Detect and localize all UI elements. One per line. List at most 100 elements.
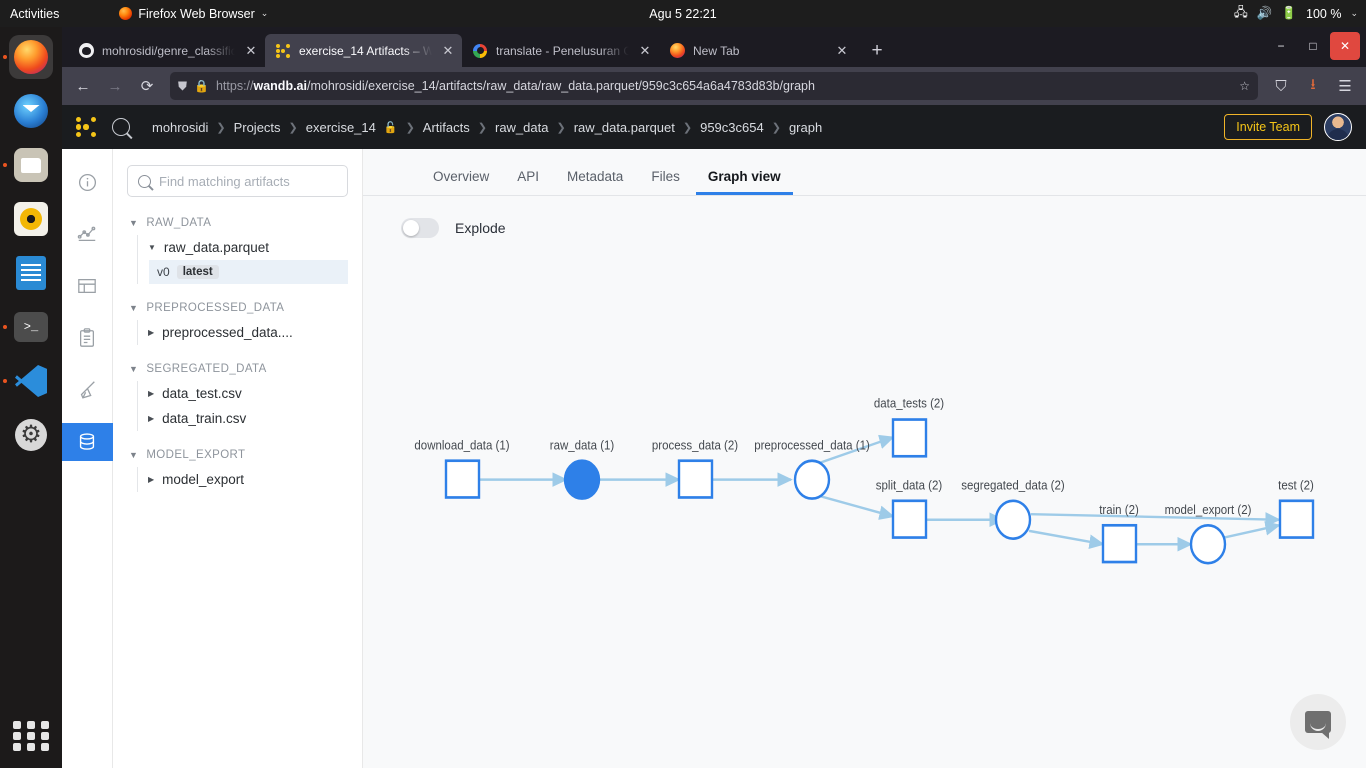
- invite-team-button[interactable]: Invite Team: [1224, 114, 1312, 140]
- download-icon[interactable]: ⭳: [1298, 71, 1328, 101]
- artifacts-sidebar: Find matching artifacts ▼ RAW_DATA ▼ raw…: [113, 149, 363, 768]
- artifact-item[interactable]: ▼ raw_data.parquet: [138, 235, 348, 260]
- node-process_data[interactable]: [677, 459, 714, 499]
- back-button[interactable]: ←: [68, 71, 98, 101]
- artifact-item[interactable]: ▶ model_export: [138, 467, 348, 492]
- minimize-button[interactable]: −: [1266, 32, 1296, 60]
- node-test[interactable]: [1278, 499, 1315, 539]
- app-menu-button[interactable]: Firefox Web Browser ⌄: [119, 7, 268, 21]
- breadcrumb-artifacts[interactable]: Artifacts: [423, 120, 470, 135]
- chevron-right-icon: ▶: [148, 389, 155, 398]
- tab-overview[interactable]: Overview: [421, 163, 501, 195]
- menu-icon[interactable]: ☰: [1330, 71, 1360, 101]
- artifact-item[interactable]: ▶ data_test.csv: [138, 381, 348, 406]
- sidebar-item-charts[interactable]: [65, 215, 110, 253]
- search-icon[interactable]: [112, 118, 130, 136]
- tab-metadata[interactable]: Metadata: [555, 163, 635, 195]
- sidebar-item-table[interactable]: [65, 267, 110, 305]
- group-header[interactable]: ▼ RAW_DATA: [127, 217, 348, 229]
- wandb-logo-icon[interactable]: [76, 117, 96, 137]
- show-applications-button[interactable]: [11, 716, 51, 756]
- forward-button[interactable]: →: [100, 71, 130, 101]
- node-model_export[interactable]: [1189, 523, 1227, 565]
- search-input[interactable]: Find matching artifacts: [127, 165, 348, 197]
- artifact-item[interactable]: ▶ preprocessed_data....: [138, 320, 348, 345]
- breadcrumb-entity[interactable]: mohrosidi: [152, 120, 208, 135]
- document-icon: [16, 256, 46, 290]
- edge-model_export-test: [1218, 521, 1281, 540]
- breadcrumb-artifact-name[interactable]: raw_data.parquet: [574, 120, 675, 135]
- breadcrumb-artifact-id[interactable]: 959c3c654: [700, 120, 764, 135]
- system-tray[interactable]: 🖧 🔊 🔋 100 % ⌄: [1234, 3, 1358, 24]
- group-header[interactable]: ▼ MODEL_EXPORT: [127, 449, 348, 461]
- node-segregated_data[interactable]: [994, 499, 1032, 540]
- shield-icon[interactable]: ⛊: [178, 79, 187, 94]
- new-tab-button[interactable]: +: [864, 40, 890, 62]
- chevron-right-icon: ▶: [148, 328, 155, 337]
- dock-item-files[interactable]: [3, 143, 53, 187]
- tab-graph-view[interactable]: Graph view: [696, 163, 793, 195]
- lock-icon[interactable]: 🔒: [194, 79, 209, 93]
- reload-button[interactable]: ⟳: [132, 71, 162, 101]
- dock-item-firefox[interactable]: [3, 35, 53, 79]
- maximize-button[interactable]: □: [1298, 32, 1328, 60]
- artifact-item[interactable]: ▶ data_train.csv: [138, 406, 348, 431]
- close-icon[interactable]: ✕: [834, 43, 850, 59]
- grid-dot-icon: [12, 743, 21, 751]
- breadcrumb-project[interactable]: exercise_14: [306, 120, 376, 135]
- chevron-right-icon: ❯: [682, 121, 693, 134]
- dock-item-thunderbird[interactable]: [9, 89, 53, 133]
- close-button[interactable]: ✕: [1330, 32, 1360, 60]
- artifact-name: model_export: [162, 472, 244, 487]
- breadcrumb-projects[interactable]: Projects: [234, 120, 281, 135]
- bookmark-star-icon[interactable]: ☆: [1239, 79, 1250, 93]
- browser-tab-3[interactable]: New Tab ✕: [659, 34, 856, 67]
- node-data_tests[interactable]: [891, 418, 928, 458]
- gear-icon: [15, 419, 47, 451]
- node-train[interactable]: [1101, 523, 1138, 564]
- close-icon[interactable]: ✕: [637, 43, 653, 59]
- dock-item-libreoffice-writer[interactable]: [9, 251, 53, 295]
- node-label-download_data: download_data (1): [414, 438, 509, 453]
- artifact-group-raw-data: ▼ RAW_DATA ▼ raw_data.parquet v0 latest: [127, 217, 348, 284]
- sidebar-item-artifacts[interactable]: [61, 423, 113, 461]
- breadcrumb-artifact-type[interactable]: raw_data: [495, 120, 548, 135]
- dock-item-rhythmbox[interactable]: [9, 197, 53, 241]
- artifact-group-segregated-data: ▼ SEGREGATED_DATA ▶ data_test.csv ▶ data…: [127, 363, 348, 431]
- grid-dot-icon: [41, 721, 50, 729]
- browser-tab-0[interactable]: mohrosidi/genre_classific ✕: [68, 34, 265, 67]
- explode-toggle[interactable]: [401, 218, 439, 238]
- group-header[interactable]: ▼ PREPROCESSED_DATA: [127, 302, 348, 314]
- node-label-train: train (2): [1099, 503, 1139, 518]
- node-download_data[interactable]: [444, 459, 481, 499]
- avatar[interactable]: [1324, 113, 1352, 141]
- artifact-version-row[interactable]: v0 latest: [149, 260, 348, 284]
- group-header[interactable]: ▼ SEGREGATED_DATA: [127, 363, 348, 375]
- dock-item-settings[interactable]: [9, 413, 53, 457]
- close-icon[interactable]: ✕: [243, 43, 259, 59]
- sidebar-item-overview[interactable]: [65, 163, 110, 201]
- info-icon: [78, 173, 96, 191]
- tab-api[interactable]: API: [505, 163, 551, 195]
- node-raw_data[interactable]: [563, 459, 601, 500]
- browser-tab-2[interactable]: translate - Penelusuran G ✕: [462, 34, 659, 67]
- vscode-icon: [15, 365, 47, 397]
- clock[interactable]: Agu 5 22:21: [649, 7, 716, 21]
- sidebar-item-reports[interactable]: [65, 319, 110, 357]
- chevron-down-icon: ⌄: [1350, 8, 1358, 18]
- close-icon[interactable]: ✕: [440, 43, 456, 59]
- url-bar[interactable]: ⛊ 🔒 https://wandb.ai/mohrosidi/exercise_…: [170, 72, 1258, 100]
- version-number: v0: [157, 265, 170, 279]
- explode-label: Explode: [455, 220, 506, 236]
- node-split_data[interactable]: [891, 499, 928, 539]
- activities-button[interactable]: Activities: [10, 7, 59, 21]
- pocket-icon[interactable]: ⛉: [1266, 71, 1296, 101]
- dock-item-terminal[interactable]: >_: [3, 305, 53, 349]
- node-preprocessed_data[interactable]: [793, 459, 831, 500]
- breadcrumb-graph[interactable]: graph: [789, 120, 822, 135]
- tab-files[interactable]: Files: [639, 163, 692, 195]
- dock-item-vscode[interactable]: [3, 359, 53, 403]
- browser-tab-1[interactable]: exercise_14 Artifacts – W ✕: [265, 34, 462, 67]
- sidebar-item-sweeps[interactable]: [65, 371, 110, 409]
- support-chat-button[interactable]: [1290, 694, 1346, 750]
